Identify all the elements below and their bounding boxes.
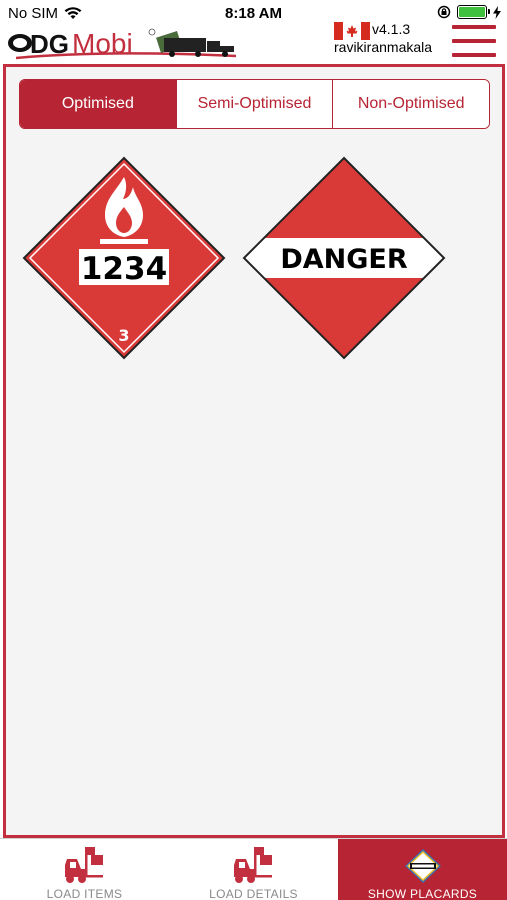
- un-number: 1234: [81, 251, 167, 287]
- app-version: v4.1.3: [372, 21, 411, 37]
- segment-non-optimised[interactable]: Non-Optimised: [332, 80, 489, 128]
- tab-show-placards[interactable]: SHOW PLACARDS: [338, 839, 507, 900]
- tab-label: LOAD DETAILS: [209, 887, 298, 900]
- segment-semi-optimised[interactable]: Semi-Optimised: [175, 80, 333, 128]
- forklift-icon: [64, 847, 103, 883]
- orientation-lock-icon: [437, 5, 451, 19]
- tab-load-details[interactable]: LOAD DETAILS: [169, 839, 338, 900]
- flammable-class3-placard[interactable]: 1234 3: [21, 155, 227, 361]
- hazard-class-number: 3: [118, 326, 129, 345]
- forklift-icon: [233, 847, 272, 883]
- bottom-tab-bar: LOAD ITEMS LOAD DETAILS SHOW PLACARDS: [0, 838, 507, 900]
- danger-placard[interactable]: DANGER: [241, 155, 447, 361]
- dgmobi-logo: DG Mobi: [8, 28, 237, 60]
- tab-load-items[interactable]: LOAD ITEMS: [0, 839, 169, 900]
- app-header: DG Mobi v4.1.3 ravikiranmakala: [0, 21, 507, 64]
- danger-text: DANGER: [280, 244, 408, 275]
- danger-placard-icon: [404, 849, 441, 883]
- menu-line-icon: [452, 25, 496, 29]
- placards-panel: Optimised Semi-Optimised Non-Optimised 1…: [3, 64, 505, 838]
- tab-label: LOAD ITEMS: [46, 887, 123, 900]
- optimisation-segmented-control: Optimised Semi-Optimised Non-Optimised: [19, 79, 490, 129]
- username: ravikiranmakala: [334, 39, 433, 55]
- hamburger-menu-button[interactable]: [452, 25, 496, 59]
- clock: 8:18 AM: [225, 5, 282, 22]
- canada-flag-icon: [334, 22, 370, 40]
- charging-bolt-icon: [493, 5, 501, 19]
- tab-label: SHOW PLACARDS: [367, 887, 478, 900]
- status-right: [437, 5, 501, 19]
- menu-line-icon: [452, 53, 496, 57]
- battery-icon: [457, 5, 490, 19]
- segment-optimised[interactable]: Optimised: [20, 80, 176, 128]
- menu-line-icon: [452, 39, 496, 43]
